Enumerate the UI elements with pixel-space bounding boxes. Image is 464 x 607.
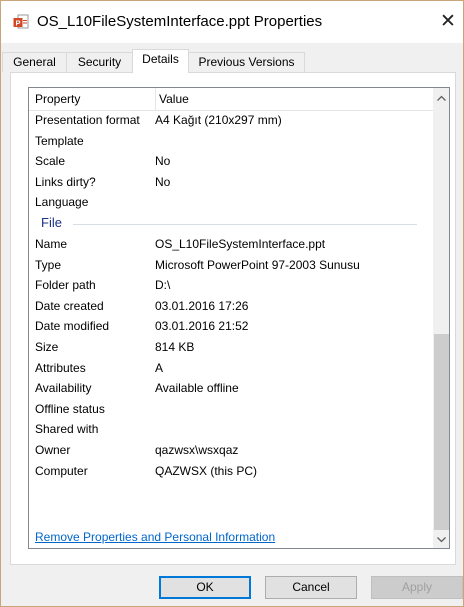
property-value: A: [155, 360, 164, 375]
property-name: Folder path: [35, 278, 96, 293]
dialog-body: General Security Details Previous Versio…: [1, 43, 463, 606]
property-value: 03.01.2016 17:26: [155, 298, 249, 313]
group-label: File: [41, 214, 62, 230]
property-value: No: [155, 154, 171, 169]
chevron-up-icon: [437, 95, 446, 101]
property-row-shared-with[interactable]: Shared with: [29, 419, 433, 440]
properties-list[interactable]: Property Value Presentation format A4 Ka…: [28, 87, 450, 549]
property-name: Name: [35, 236, 68, 251]
property-name: Date created: [35, 298, 104, 313]
property-name: Date modified: [35, 319, 110, 334]
property-name: Attributes: [35, 360, 86, 375]
property-row-presentation-format[interactable]: Presentation format A4 Kağıt (210x297 mm…: [29, 110, 433, 131]
ok-button[interactable]: OK: [159, 576, 251, 599]
column-header-value[interactable]: Value: [159, 92, 189, 106]
cancel-button[interactable]: Cancel: [265, 576, 357, 599]
column-header-property[interactable]: Property: [35, 92, 80, 106]
apply-button[interactable]: Apply: [371, 576, 463, 599]
title-bar[interactable]: P OS_L10FileSystemInterface.ppt Properti…: [1, 1, 463, 43]
group-header-file: File: [29, 213, 433, 234]
property-name: Shared with: [35, 422, 99, 437]
property-rows: Presentation format A4 Kağıt (210x297 mm…: [29, 110, 433, 481]
property-name: Size: [35, 339, 59, 354]
property-name: Template: [35, 133, 84, 148]
group-divider: [73, 223, 417, 225]
property-value: 03.01.2016 21:52: [155, 319, 249, 334]
property-value: No: [155, 174, 171, 189]
properties-dialog: P OS_L10FileSystemInterface.ppt Properti…: [0, 0, 464, 607]
property-row-folder-path[interactable]: Folder path D:\: [29, 275, 433, 296]
column-divider[interactable]: [155, 88, 156, 110]
close-icon: ✕: [440, 11, 456, 32]
property-name: Availability: [35, 381, 92, 396]
property-row-offline-status[interactable]: Offline status: [29, 399, 433, 420]
tab-details[interactable]: Details: [132, 49, 189, 73]
property-name: Presentation format: [35, 113, 140, 127]
tab-general[interactable]: General: [2, 52, 67, 72]
tab-security[interactable]: Security: [66, 52, 133, 72]
details-tab-page: Property Value Presentation format A4 Ka…: [10, 72, 456, 565]
powerpoint-file-icon: P: [13, 14, 29, 29]
chevron-down-icon: [437, 537, 446, 543]
property-row-availability[interactable]: Availability Available offline: [29, 378, 433, 399]
property-name: Type: [35, 257, 62, 272]
tab-strip: General Security Details Previous Versio…: [1, 49, 463, 73]
property-row-attributes[interactable]: Attributes A: [29, 358, 433, 379]
property-row-scale[interactable]: Scale No: [29, 151, 433, 172]
property-value: OS_L10FileSystemInterface.ppt: [155, 236, 326, 251]
property-name: Language: [35, 195, 89, 210]
property-value: Microsoft PowerPoint 97-2003 Sunusu: [155, 257, 360, 272]
property-row-size[interactable]: Size 814 KB: [29, 337, 433, 358]
property-value: D:\: [155, 278, 171, 293]
property-value: A4 Kağıt (210x297 mm): [155, 113, 282, 127]
property-value: qazwsx\wsxqaz: [155, 442, 239, 457]
property-row-date-created[interactable]: Date created 03.01.2016 17:26: [29, 296, 433, 317]
property-row-date-modified[interactable]: Date modified 03.01.2016 21:52: [29, 316, 433, 337]
property-row-language[interactable]: Language: [29, 192, 433, 213]
property-row-links-dirty[interactable]: Links dirty? No: [29, 172, 433, 193]
tab-previous-versions[interactable]: Previous Versions: [188, 52, 305, 72]
property-value: 814 KB: [155, 339, 195, 354]
remove-properties-link[interactable]: Remove Properties and Personal Informati…: [35, 530, 275, 544]
property-value: Available offline: [155, 381, 239, 396]
property-row-type[interactable]: Type Microsoft PowerPoint 97-2003 Sunusu: [29, 255, 433, 276]
close-button[interactable]: ✕: [437, 11, 459, 33]
property-name: Offline status: [35, 401, 105, 416]
property-name: Computer: [35, 463, 88, 478]
scroll-down-button[interactable]: [433, 531, 449, 548]
property-name: Links dirty?: [35, 174, 96, 189]
vertical-scrollbar[interactable]: [433, 88, 449, 548]
property-name: Scale: [35, 154, 66, 169]
list-header: Property Value: [29, 88, 433, 111]
property-name: Owner: [35, 442, 71, 457]
scroll-up-button[interactable]: [433, 90, 449, 107]
property-row-name[interactable]: Name OS_L10FileSystemInterface.ppt: [29, 234, 433, 255]
scroll-thumb[interactable]: [434, 334, 449, 530]
property-row-computer[interactable]: Computer QAZWSX (this PC): [29, 461, 433, 482]
property-value: QAZWSX (this PC): [155, 463, 258, 478]
svg-text:P: P: [15, 18, 20, 27]
property-row-owner[interactable]: Owner qazwsx\wsxqaz: [29, 440, 433, 461]
window-title: OS_L10FileSystemInterface.ppt Properties: [37, 13, 323, 30]
property-row-template[interactable]: Template: [29, 131, 433, 152]
